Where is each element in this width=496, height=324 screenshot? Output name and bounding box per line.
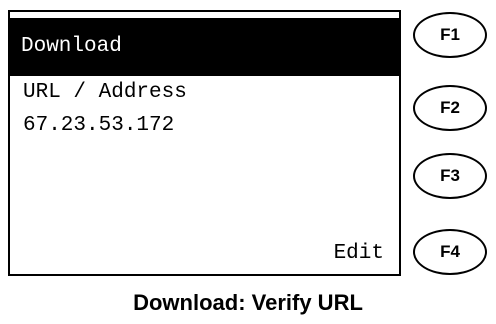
f3-key[interactable]: F3 (413, 153, 487, 199)
f4-edit-key[interactable]: F4 (413, 229, 487, 275)
edit-softkey-label: Edit (333, 242, 384, 265)
screen-title: Download (10, 18, 399, 76)
lcd-screen: Download URL / Address 67.23.53.172 Edit (8, 10, 401, 276)
field-label: URL / Address (23, 81, 187, 104)
url-value: 67.23.53.172 (23, 114, 175, 137)
f2-key[interactable]: F2 (413, 85, 487, 131)
figure-caption: Download: Verify URL (133, 290, 363, 315)
f1-key[interactable]: F1 (413, 12, 487, 58)
